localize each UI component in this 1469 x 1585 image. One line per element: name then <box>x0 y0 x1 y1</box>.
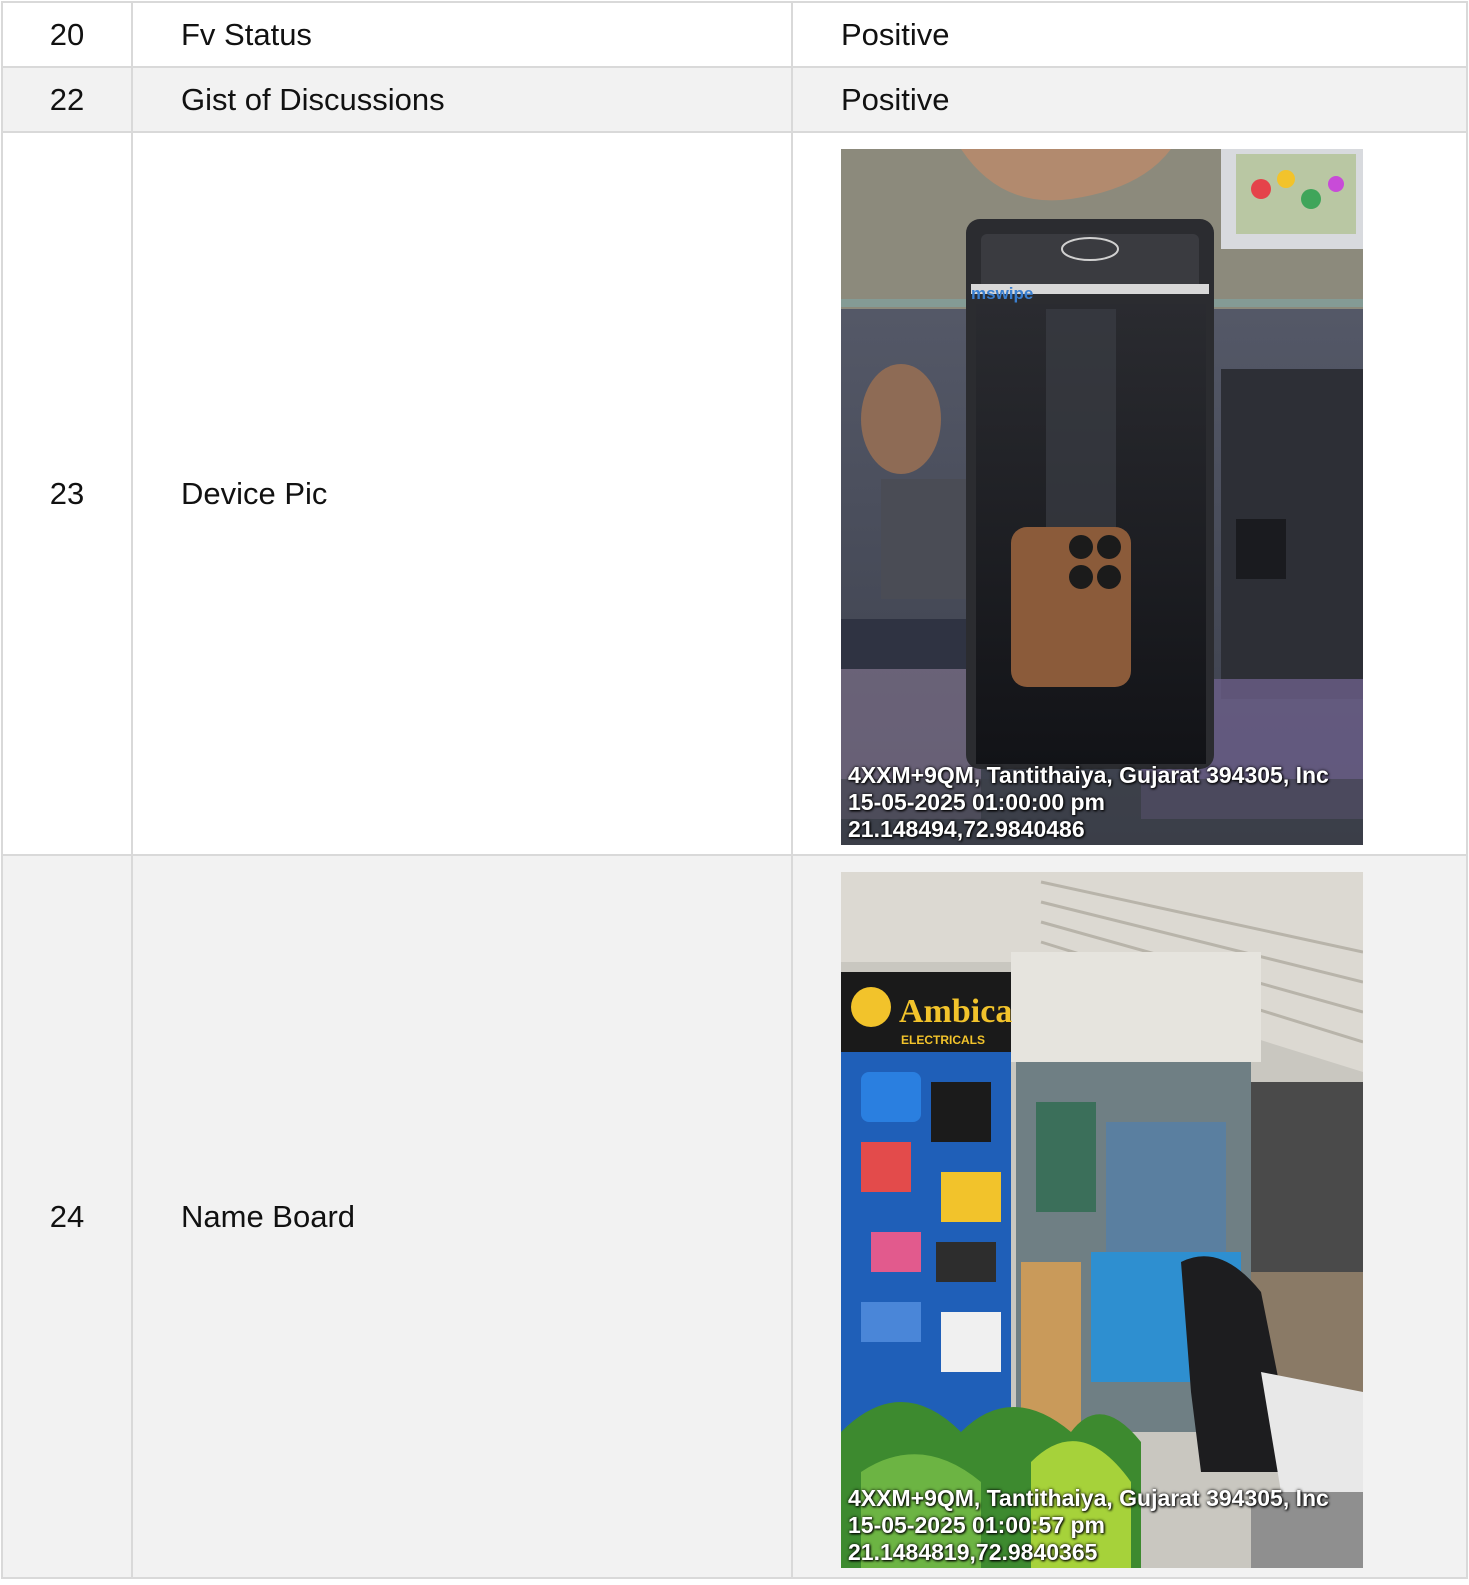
geotag-datetime: 15-05-2025 01:00:00 pm <box>848 789 1105 815</box>
row-value: Positive <box>791 1 1468 68</box>
device-photo-image: mswipe <box>841 149 1363 845</box>
row-number: 23 <box>1 131 133 856</box>
table-row: 22 Gist of Discussions Positive <box>1 66 1468 133</box>
geotag-address: 4XXM+9QM, Tantithaiya, Gujarat 394305, I… <box>848 1485 1329 1511</box>
shop-brand-subtext: ELECTRICALS <box>901 1033 985 1047</box>
shop-brand-text: Ambica <box>899 993 1012 1030</box>
row-label: Gist of Discussions <box>131 66 793 133</box>
verification-table: 20 Fv Status Positive 22 Gist of Discuss… <box>1 1 1468 1579</box>
table-row: 20 Fv Status Positive <box>1 1 1468 68</box>
row-label: Name Board <box>131 854 793 1579</box>
device-photo: mswipe 4XXM+9QM, Tantithaiya, Gujarat 39… <box>841 149 1363 845</box>
row-label: Fv Status <box>131 1 793 68</box>
row-label: Device Pic <box>131 131 793 856</box>
geotag-coords: 21.1484819,72.9840365 <box>848 1539 1098 1565</box>
row-number: 22 <box>1 66 133 133</box>
row-photo-cell: Ambica ELECTRICALS 4XXM+9QM, Tantithaiya… <box>791 854 1468 1579</box>
photo-geotag: 4XXM+9QM, Tantithaiya, Gujarat 394305, I… <box>848 1485 1329 1566</box>
table-row: 24 Name Board Ambica ELECTRICALS 4XXM+9Q… <box>1 854 1468 1579</box>
name-board-photo: Ambica ELECTRICALS 4XXM+9QM, Tantithaiya… <box>841 872 1363 1568</box>
device-brand-text: mswipe <box>971 284 1033 303</box>
geotag-coords: 21.148494,72.9840486 <box>848 816 1085 842</box>
row-value: Positive <box>791 66 1468 133</box>
photo-geotag: 4XXM+9QM, Tantithaiya, Gujarat 394305, I… <box>848 762 1329 843</box>
geotag-datetime: 15-05-2025 01:00:57 pm <box>848 1512 1105 1538</box>
geotag-address: 4XXM+9QM, Tantithaiya, Gujarat 394305, I… <box>848 762 1329 788</box>
row-photo-cell: mswipe 4XXM+9QM, Tantithaiya, Gujarat 39… <box>791 131 1468 856</box>
table-row: 23 Device Pic mswipe 4XXM+9QM, Tantithai… <box>1 131 1468 856</box>
row-number: 20 <box>1 1 133 68</box>
row-number: 24 <box>1 854 133 1579</box>
name-board-photo-image: Ambica ELECTRICALS <box>841 872 1363 1568</box>
